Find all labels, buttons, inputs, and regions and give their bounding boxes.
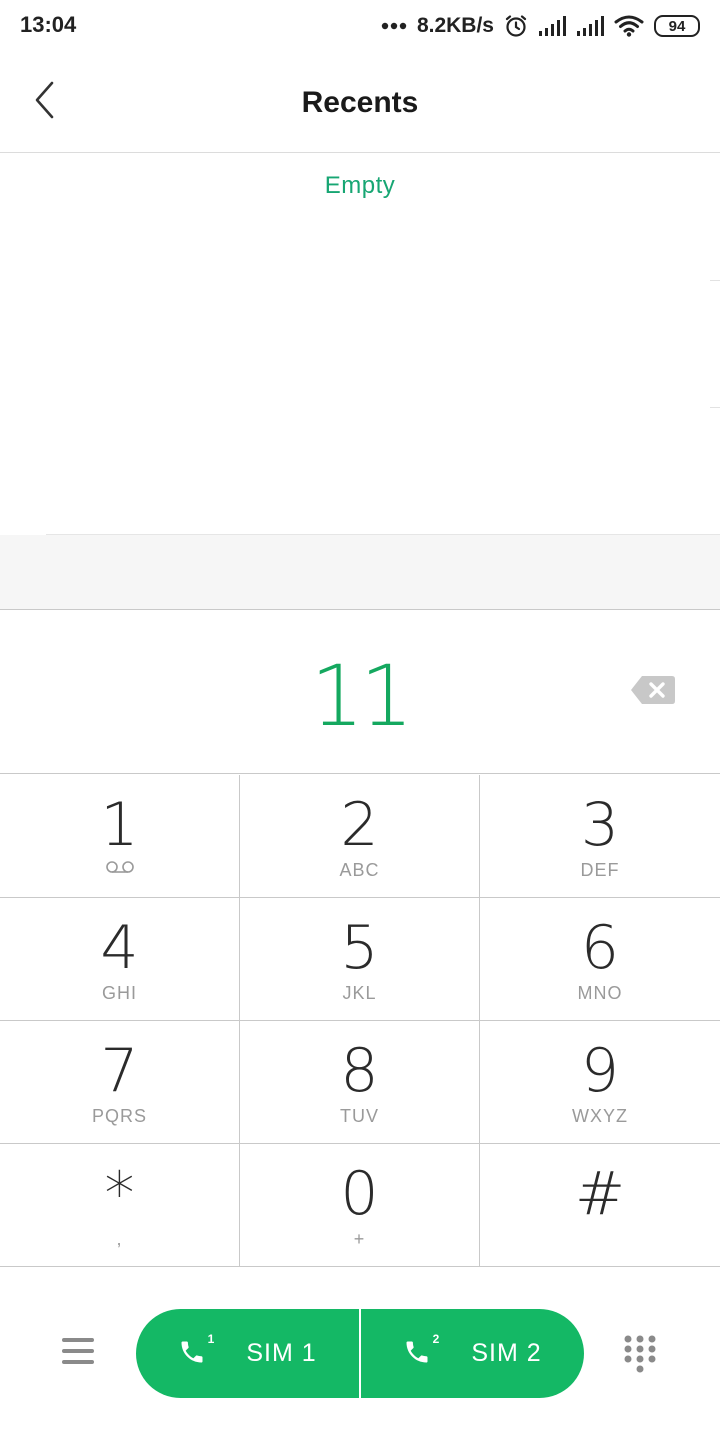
- key-letters: JKL: [342, 983, 377, 1003]
- key-letters: ABC: [339, 860, 380, 880]
- key-letters: MNO: [577, 983, 623, 1003]
- signal-icon: [576, 16, 604, 36]
- search-suggestion-band: [0, 535, 720, 610]
- signal-icon: [538, 16, 566, 36]
- key-3[interactable]: 3 DEF: [480, 775, 720, 898]
- key-2[interactable]: 2 ABC: [240, 775, 480, 898]
- key-star[interactable]: * ,: [0, 1144, 240, 1267]
- empty-state-text: Empty: [324, 172, 396, 199]
- sim1-label: SIM 1: [246, 1339, 317, 1367]
- sim1-badge: 1: [207, 1331, 215, 1346]
- key-hash[interactable]: #: [480, 1144, 720, 1267]
- battery-level: 94: [668, 17, 686, 35]
- voicemail-icon: [0, 860, 239, 874]
- phone-sim2-icon: 2: [403, 1332, 439, 1370]
- key-letters: WXYZ: [572, 1106, 628, 1126]
- key-5[interactable]: 5 JKL: [240, 898, 480, 1021]
- sim2-badge: 2: [432, 1331, 440, 1346]
- hamburger-menu-icon: [60, 1338, 96, 1370]
- call-buttons: 1 SIM 1 2 SIM 2: [136, 1309, 584, 1398]
- more-dots-icon: [381, 22, 407, 30]
- key-9[interactable]: 9 WXYZ: [480, 1021, 720, 1144]
- recents-list[interactable]: Empty: [0, 154, 720, 535]
- call-sim1-button[interactable]: 1 SIM 1: [136, 1309, 359, 1398]
- key-digit: 4: [100, 913, 139, 983]
- call-sim2-button[interactable]: 2 SIM 2: [361, 1309, 584, 1398]
- key-digit: 6: [580, 913, 620, 983]
- dialpad-toggle-button[interactable]: [622, 1334, 662, 1378]
- key-letters: DEF: [580, 860, 620, 880]
- key-letters: TUV: [340, 1106, 379, 1126]
- key-digit: #: [574, 1159, 626, 1229]
- backspace-button[interactable]: [630, 675, 678, 707]
- scroll-indicator: [710, 407, 720, 408]
- key-digit: *: [104, 1159, 135, 1229]
- key-0[interactable]: 0 +: [240, 1144, 480, 1267]
- battery-icon: 94: [654, 15, 700, 37]
- wifi-icon: [614, 15, 644, 37]
- status-icons: 8.2KB/s 94: [381, 10, 700, 42]
- menu-button[interactable]: [60, 1336, 100, 1368]
- status-bar: 13:04 8.2KB/s 94: [0, 0, 720, 52]
- network-speed: 8.2KB/s: [416, 14, 494, 37]
- key-digit: 9: [580, 1036, 620, 1106]
- key-digit: 3: [580, 790, 620, 860]
- key-letters: +: [353, 1229, 366, 1249]
- key-digit: 2: [340, 790, 379, 860]
- key-letters: PQRS: [91, 1106, 147, 1126]
- scroll-indicator: [710, 280, 720, 281]
- key-letters: ,: [116, 1229, 123, 1249]
- status-time: 13:04: [20, 12, 77, 37]
- keypad: 1 2 ABC 3 DEF 4 GHI 5 JKL 6 MNO 7 PQRS 8…: [0, 775, 720, 1267]
- number-display: 11: [0, 611, 720, 774]
- alarm-icon: [504, 14, 528, 38]
- dialed-number[interactable]: 11: [0, 647, 720, 745]
- key-7[interactable]: 7 PQRS: [0, 1021, 240, 1144]
- dialpad-icon: [622, 1335, 658, 1380]
- page-title: Recents: [301, 86, 419, 119]
- key-digit: 8: [340, 1036, 379, 1106]
- key-digit: 1: [100, 790, 139, 860]
- key-digit: 7: [100, 1036, 139, 1106]
- key-digit: 5: [340, 913, 379, 983]
- key-digit: 0: [340, 1159, 379, 1229]
- key-6[interactable]: 6 MNO: [480, 898, 720, 1021]
- key-letters: GHI: [101, 983, 137, 1003]
- key-8[interactable]: 8 TUV: [240, 1021, 480, 1144]
- app-header: Recents: [0, 52, 720, 153]
- backspace-icon: [630, 676, 676, 709]
- key-4[interactable]: 4 GHI: [0, 898, 240, 1021]
- sim2-label: SIM 2: [471, 1339, 542, 1367]
- phone-sim1-icon: 1: [178, 1332, 214, 1370]
- key-1[interactable]: 1: [0, 775, 240, 898]
- bottom-bar: 1 SIM 1 2 SIM 2: [0, 1268, 720, 1440]
